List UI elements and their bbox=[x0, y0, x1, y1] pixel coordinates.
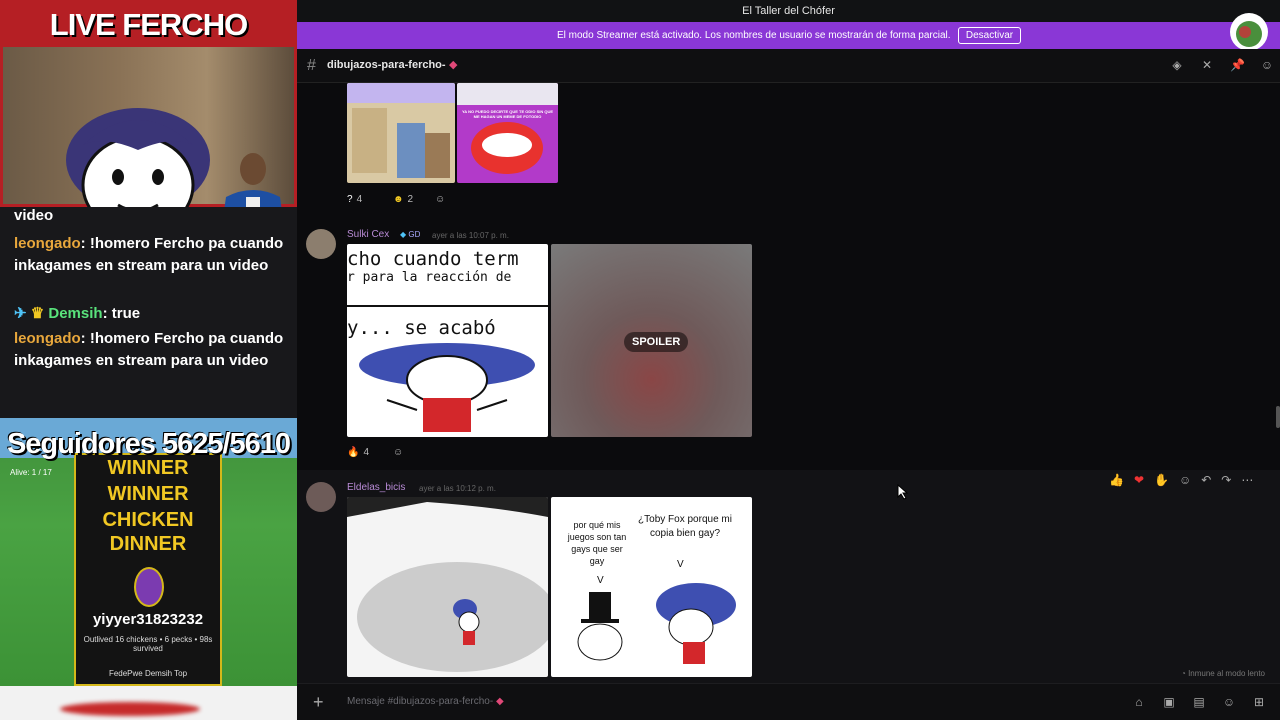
comic-text: cho cuando term bbox=[347, 248, 519, 270]
streamer-banner-text: El modo Streamer está activado. Los nomb… bbox=[557, 30, 951, 41]
follower-count: Seguidores 5625/5610 bbox=[6, 428, 291, 460]
gift-icon[interactable]: ⌂ bbox=[1132, 695, 1146, 709]
members-icon[interactable]: ☺ bbox=[1260, 58, 1274, 72]
player-rank: FedePwe Demsih Top bbox=[108, 669, 188, 678]
channel-name: dibujazos-para-fercho- bbox=[327, 59, 446, 71]
reply-icon[interactable]: ↶ bbox=[1201, 473, 1211, 487]
chat-line: leongado: !homero Fercho pa cuando inkag… bbox=[14, 235, 284, 274]
player-avatar bbox=[134, 567, 164, 607]
add-reaction-button[interactable]: ☺ bbox=[393, 443, 403, 461]
disable-streamer-button[interactable]: Desactivar bbox=[958, 27, 1021, 44]
add-reaction-button[interactable]: ☺ bbox=[435, 190, 445, 208]
guild-badge: ◆ GD bbox=[400, 230, 421, 239]
apps-icon[interactable]: ⊞ bbox=[1252, 695, 1266, 709]
alive-count: Alive: 1 / 17 bbox=[10, 468, 52, 477]
forward-icon[interactable]: ↷ bbox=[1221, 473, 1231, 487]
window-titlebar: El Taller del Chófer bbox=[297, 0, 1280, 22]
streamer-mode-banner: El modo Streamer está activado. Los nomb… bbox=[297, 13, 1280, 51]
channel-header: # dibujazos-para-fercho- ◆ ◈ ✕ 📌 ☺ bbox=[297, 49, 1280, 83]
add-reaction-icon: ☺ bbox=[435, 193, 446, 205]
emoji-icon[interactable]: ☺ bbox=[1222, 695, 1236, 709]
winner-text: WINNER bbox=[107, 483, 189, 505]
comic-text: y... se acabó bbox=[347, 317, 496, 339]
spoiler-label[interactable]: SPOILER bbox=[624, 332, 689, 352]
pill-emoji-icon: ◆ bbox=[449, 59, 458, 71]
message-list: YA NO PUEDO DECIRTE QUE TE ODIO SIN QUE … bbox=[297, 83, 1280, 683]
webcam-panel: LIVE FERCHO REACTION bbox=[0, 0, 297, 255]
author-name[interactable]: Sulki Cex bbox=[347, 229, 389, 240]
message-actions-bar: 👍 ❤ ✋ ☺ ↶ ↷ ⋯ bbox=[1109, 470, 1275, 490]
user-avatar[interactable] bbox=[1229, 12, 1269, 52]
chat-line: ✈ ♛ Demsih: true bbox=[14, 305, 141, 322]
follower-goal-panel: Alive: 1 / 17 WINNER WINNER CHICKEN DINN… bbox=[0, 418, 297, 686]
meme-image-mouth[interactable]: YA NO PUEDO DECIRTE QUE TE ODIO SIN QUE … bbox=[457, 83, 558, 183]
stream-overlay: LIVE FERCHO REACTION video leongado: !ho… bbox=[0, 0, 297, 720]
chat-line: video bbox=[14, 207, 54, 224]
window-title: El Taller del Chófer bbox=[742, 5, 835, 17]
reaction-fire[interactable]: 🔥 4 bbox=[347, 443, 369, 461]
attach-plus-icon[interactable]: + bbox=[313, 692, 324, 713]
winner-card: WINNER WINNER CHICKEN DINNER yiyyer31823… bbox=[74, 453, 222, 686]
sticker-icon[interactable]: ▤ bbox=[1192, 695, 1206, 709]
thumbs-up-icon[interactable]: 👍 bbox=[1109, 473, 1124, 487]
reaction-question[interactable]: ? 4 bbox=[347, 190, 362, 208]
more-icon[interactable]: ⋯ bbox=[1241, 473, 1253, 487]
heart-icon[interactable]: ❤ bbox=[1134, 473, 1144, 487]
scrollbar-thumb[interactable] bbox=[1276, 406, 1280, 428]
meme-image-regular-show[interactable] bbox=[347, 83, 455, 183]
add-reaction-icon[interactable]: ☺ bbox=[1179, 473, 1191, 487]
mute-icon[interactable]: ✕ bbox=[1200, 58, 1214, 72]
dinner-text: DINNER bbox=[109, 533, 187, 555]
add-reaction-icon: ☺ bbox=[393, 446, 404, 458]
gif-icon[interactable]: ▣ bbox=[1162, 695, 1176, 709]
threads-icon[interactable]: ◈ bbox=[1170, 58, 1184, 72]
pin-icon[interactable]: 📌 bbox=[1230, 58, 1245, 72]
mouse-cursor-icon bbox=[897, 484, 909, 500]
chat-line: leongado: !homero Fercho pa cuando inkag… bbox=[14, 330, 284, 369]
chicken-text: CHICKEN bbox=[102, 509, 194, 531]
timestamp: ayer a las 10:07 p. m. bbox=[432, 231, 509, 240]
comic-text: r para la reacción de bbox=[347, 270, 512, 285]
player-name: yiyyer31823232 bbox=[92, 611, 204, 628]
stream-chat: video leongado: !homero Fercho pa cuando… bbox=[0, 207, 297, 418]
composer-toolbar: ⌂ ▣ ▤ ☺ ⊞ bbox=[1132, 695, 1266, 709]
reaction-grin[interactable]: ☻ 2 bbox=[393, 190, 413, 208]
clap-icon[interactable]: ✋ bbox=[1154, 473, 1169, 487]
avatar[interactable] bbox=[306, 482, 336, 512]
comic-image-dialog[interactable]: por qué mis juegos son tan gays que ser … bbox=[551, 497, 752, 677]
spoiler-image[interactable]: SPOILER bbox=[551, 244, 752, 437]
avatar[interactable] bbox=[306, 229, 336, 259]
comic-image[interactable] bbox=[347, 497, 548, 677]
channel-toolbar: ◈ ✕ 📌 ☺ bbox=[1170, 58, 1274, 72]
player-stats: Outlived 16 chickens • 6 pecks • 98s sur… bbox=[83, 635, 213, 653]
grin-icon: ☻ bbox=[393, 193, 404, 205]
message-input[interactable]: Mensaje #dibujazos-para-fercho- ◆ bbox=[347, 696, 504, 707]
slow-mode-notice: ◔ Inmune al modo lento bbox=[1181, 669, 1265, 678]
comic-image[interactable]: cho cuando term r para la reacción de y.… bbox=[347, 244, 548, 437]
screen: LIVE FERCHO REACTION video leongado: !ho… bbox=[0, 0, 1280, 720]
fire-icon: 🔥 bbox=[347, 446, 360, 458]
overlay-title: LIVE FERCHO REACTION bbox=[3, 3, 294, 86]
question-icon: ? bbox=[347, 193, 353, 205]
author-name[interactable]: Eldelas_bicis bbox=[347, 482, 405, 493]
webcam-scene bbox=[3, 47, 294, 255]
message-composer: + Mensaje #dibujazos-para-fercho- ◆ ⌂ ▣ … bbox=[297, 683, 1280, 720]
hash-icon: # bbox=[307, 57, 316, 74]
timestamp: ayer a las 10:12 p. m. bbox=[419, 484, 496, 493]
